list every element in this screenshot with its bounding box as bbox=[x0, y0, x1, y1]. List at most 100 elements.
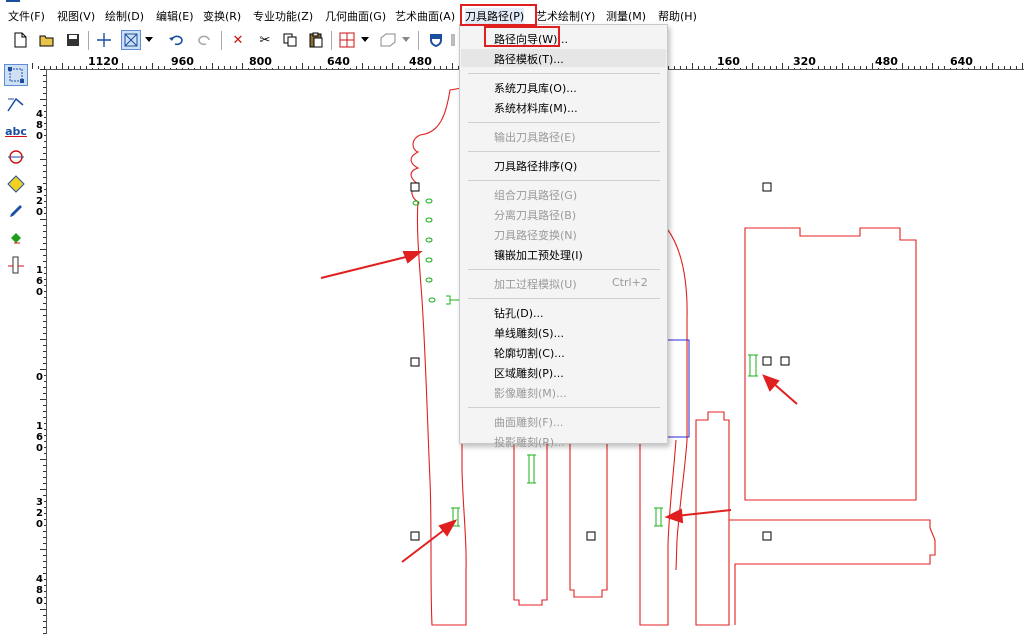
menu-item-4[interactable]: 变换(R) bbox=[203, 8, 241, 24]
menu-entry-label: 组合刀具路径(G) bbox=[494, 189, 578, 202]
menu-entry-label: 投影雕刻(R)... bbox=[494, 436, 565, 449]
ruler-tick bbox=[302, 63, 303, 69]
menu-item-3[interactable]: 编辑(E) bbox=[156, 8, 194, 24]
outline-horizontal-bar bbox=[729, 519, 936, 625]
menu-item-1[interactable]: 视图(V) bbox=[57, 8, 95, 24]
grid-snap-icon[interactable] bbox=[337, 30, 357, 50]
menu-entry-label: 刀具路径排序(Q) bbox=[494, 160, 578, 173]
new-file-icon[interactable] bbox=[10, 30, 30, 50]
menu-entry-18[interactable]: 单线雕刻(S)... bbox=[461, 323, 666, 341]
menu-item-11[interactable]: 帮助(H) bbox=[658, 8, 697, 24]
menu-entry-label: 曲面雕刻(F)... bbox=[494, 416, 564, 429]
dropdown-arrow-icon[interactable] bbox=[359, 30, 371, 50]
menu-separator bbox=[468, 180, 660, 181]
ruler-tick bbox=[290, 66, 291, 69]
menu-entry-label: 钻孔(D)... bbox=[494, 307, 544, 320]
ruler-tick bbox=[43, 351, 46, 352]
dropdown-arrow-icon[interactable] bbox=[400, 30, 412, 50]
ruler-label: 320 bbox=[792, 55, 817, 68]
text-tool-label: abc bbox=[5, 124, 27, 138]
menu-item-5[interactable]: 专业功能(Z) bbox=[253, 8, 313, 24]
ruler-tick bbox=[986, 66, 987, 69]
ruler-tick bbox=[43, 177, 46, 178]
ruler-tick bbox=[1016, 66, 1017, 69]
outline-slot-2 bbox=[569, 440, 608, 598]
ruler-tick bbox=[62, 63, 63, 69]
menu-item-10[interactable]: 测量(M) bbox=[606, 8, 646, 24]
save-icon[interactable] bbox=[63, 30, 83, 50]
ruler-tick bbox=[43, 615, 46, 616]
ruler-tick bbox=[158, 66, 159, 69]
ruler-tick bbox=[206, 66, 207, 69]
menu-entry-19[interactable]: 轮廓切割(C)... bbox=[461, 343, 666, 361]
ruler-tick bbox=[1010, 66, 1011, 69]
menu-entry-1[interactable]: 路径模板(T)... bbox=[461, 49, 666, 67]
menu-entry-label: 系统刀具库(O)... bbox=[494, 82, 577, 95]
menu-entry-6: 输出刀具路径(E) bbox=[461, 127, 666, 145]
ruler-tick bbox=[43, 363, 46, 364]
menu-entry-8[interactable]: 刀具路径排序(Q) bbox=[461, 156, 666, 174]
menu-item-7[interactable]: 艺术曲面(A) bbox=[395, 8, 455, 24]
menu-entry-17[interactable]: 钻孔(D)... bbox=[461, 303, 666, 321]
view-3d-icon[interactable] bbox=[378, 30, 398, 50]
ruler-tick bbox=[914, 66, 915, 69]
copy-icon[interactable] bbox=[280, 30, 300, 50]
diamond-shape-icon[interactable] bbox=[4, 173, 28, 195]
toolbar-overflow[interactable] bbox=[448, 30, 458, 50]
pen-draw-icon[interactable] bbox=[4, 200, 28, 222]
annotation-arrow bbox=[772, 382, 798, 405]
ruler-tick bbox=[404, 66, 405, 69]
ruler-tick bbox=[40, 309, 46, 310]
vector-arrow-icon[interactable] bbox=[4, 93, 28, 115]
ruler-tick bbox=[944, 66, 945, 69]
ruler-tick bbox=[710, 66, 711, 69]
toolpath-slot bbox=[527, 454, 536, 484]
ruler-tick bbox=[902, 63, 903, 69]
menu-item-0[interactable]: 文件(F) bbox=[8, 8, 45, 24]
dropdown-arrow-icon[interactable] bbox=[143, 30, 155, 50]
ruler-label: 480 bbox=[874, 55, 899, 68]
fill-bucket-icon[interactable] bbox=[4, 227, 28, 249]
ruler-tick bbox=[122, 63, 123, 69]
ruler-label: 960 bbox=[170, 55, 195, 68]
ruler-label: 640 bbox=[949, 55, 974, 68]
menu-entry-24: 投影雕刻(R)... bbox=[461, 432, 666, 450]
menu-item-6[interactable]: 几何曲面(G) bbox=[325, 8, 386, 24]
ruler-tick bbox=[43, 627, 46, 628]
menu-item-9[interactable]: 艺术绘制(Y) bbox=[536, 8, 595, 24]
redo-icon[interactable] bbox=[195, 30, 215, 50]
undo-icon[interactable] bbox=[166, 30, 186, 50]
menu-separator bbox=[468, 151, 660, 152]
ruler-tick bbox=[40, 549, 46, 550]
menu-item-2[interactable]: 绘制(D) bbox=[105, 8, 144, 24]
open-folder-icon[interactable] bbox=[37, 30, 57, 50]
delete-x-icon[interactable]: ✕ bbox=[228, 30, 248, 50]
menu-entry-20[interactable]: 区域雕刻(P)... bbox=[461, 363, 666, 381]
cut-icon[interactable]: ✂ bbox=[255, 30, 275, 50]
text-abc-icon[interactable]: abc bbox=[4, 120, 28, 142]
menu-entry-13[interactable]: 镶嵌加工预处理(I) bbox=[461, 245, 666, 263]
ruler-tick bbox=[242, 63, 243, 69]
measure-ruler-icon[interactable] bbox=[4, 254, 28, 276]
ruler-tick bbox=[218, 66, 219, 69]
select-box-icon[interactable] bbox=[121, 30, 141, 50]
ruler-label: 3 2 0 bbox=[35, 497, 44, 530]
node-edit-icon[interactable] bbox=[4, 64, 28, 86]
crosshair-icon[interactable] bbox=[94, 30, 114, 50]
ruler-tick bbox=[212, 63, 213, 69]
ruler-tick bbox=[392, 63, 393, 69]
menu-entry-4[interactable]: 系统材料库(M)... bbox=[461, 98, 666, 116]
ruler-tick bbox=[43, 327, 46, 328]
toolbar-separator bbox=[221, 31, 222, 50]
circle-target-icon[interactable] bbox=[4, 146, 28, 168]
ruler-label: 3 2 0 bbox=[35, 185, 44, 218]
shield-icon[interactable] bbox=[426, 30, 446, 50]
ruler-tick bbox=[230, 66, 231, 69]
menu-entry-3[interactable]: 系统刀具库(O)... bbox=[461, 78, 666, 96]
ruler-tick bbox=[43, 171, 46, 172]
ruler-tick bbox=[1022, 63, 1023, 69]
ruler-tick bbox=[926, 66, 927, 69]
ruler-tick bbox=[68, 66, 69, 69]
annotation-arrow bbox=[401, 526, 449, 563]
paste-icon[interactable] bbox=[306, 30, 326, 50]
